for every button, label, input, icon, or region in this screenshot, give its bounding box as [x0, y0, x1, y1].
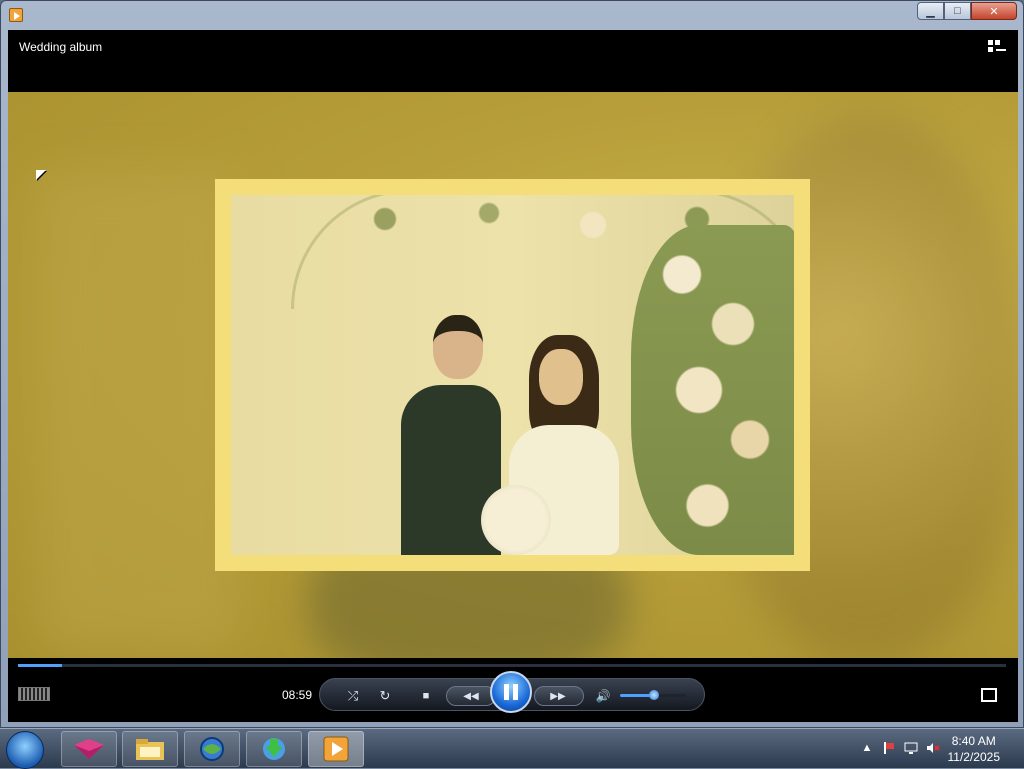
- system-clock[interactable]: 8:40 AM 11/2/2025: [948, 733, 1001, 765]
- taskbar-download-manager[interactable]: [246, 731, 302, 767]
- media-player-window: ▁ □ ✕ Wedding album 08:59 ⤮ ↻ ■ ◀◀ ▶▶ 🔊: [0, 0, 1024, 728]
- previous-icon: ◀◀: [463, 690, 479, 702]
- clock-date: 11/2/2025: [947, 750, 1001, 764]
- pause-icon: [504, 684, 509, 700]
- media-player-app-icon[interactable]: [9, 8, 23, 22]
- next-icon: ▶▶: [550, 690, 566, 702]
- switch-to-library-icon[interactable]: [988, 40, 1006, 54]
- taskbar: ▲ 8:40 AM 11/2/2025: [0, 728, 1024, 769]
- media-player-icon: [323, 736, 349, 762]
- wedding-photo: [231, 195, 794, 555]
- seek-bar[interactable]: [18, 664, 1006, 667]
- flower-column-right: [631, 225, 794, 555]
- download-globe-icon: [263, 738, 285, 760]
- now-playing-visualization-icon[interactable]: [18, 687, 50, 701]
- globe-icon: [200, 737, 224, 761]
- pink-app-icon: [74, 739, 104, 759]
- elapsed-time: 08:59: [282, 688, 313, 702]
- mute-button[interactable]: 🔊: [594, 687, 612, 705]
- close-button[interactable]: ✕: [971, 2, 1017, 20]
- bridal-bouquet: [481, 485, 551, 555]
- shuffle-button[interactable]: ⤮: [344, 687, 362, 705]
- start-button[interactable]: [6, 731, 44, 769]
- minimize-button[interactable]: ▁: [917, 2, 944, 20]
- volume-slider[interactable]: [620, 690, 686, 700]
- seek-bar-progress: [18, 664, 63, 667]
- network-icon[interactable]: [904, 741, 918, 755]
- video-canvas[interactable]: [8, 92, 1018, 658]
- stop-button[interactable]: ■: [417, 687, 435, 705]
- fullscreen-toggle-icon[interactable]: [981, 688, 997, 702]
- bride-face: [539, 349, 583, 405]
- taskbar-browser-globe[interactable]: [184, 731, 240, 767]
- mouse-cursor-icon: [36, 170, 46, 180]
- pause-button[interactable]: [490, 671, 532, 713]
- pause-icon-bar: [513, 684, 518, 700]
- photo-frame: [215, 179, 810, 571]
- groom-head: [433, 315, 483, 379]
- taskbar-app-pink[interactable]: [61, 731, 117, 767]
- taskbar-file-explorer[interactable]: [122, 731, 178, 767]
- maximize-button[interactable]: □: [944, 2, 971, 20]
- repeat-button[interactable]: ↻: [376, 687, 394, 705]
- video-title: Wedding album: [19, 40, 103, 54]
- action-center-flag-icon[interactable]: [882, 741, 896, 755]
- taskbar-media-player[interactable]: [308, 731, 364, 767]
- folder-icon: [136, 739, 164, 760]
- clock-time: 8:40 AM: [951, 734, 996, 748]
- background-blur-left: [38, 172, 238, 652]
- player-area: Wedding album 08:59 ⤮ ↻ ■ ◀◀ ▶▶ 🔊: [8, 30, 1018, 722]
- system-tray: ▲: [860, 741, 940, 755]
- show-hidden-icons-icon[interactable]: ▲: [860, 741, 874, 755]
- window-controls: ▁ □ ✕: [917, 2, 1017, 20]
- volume-muted-icon[interactable]: [926, 741, 940, 755]
